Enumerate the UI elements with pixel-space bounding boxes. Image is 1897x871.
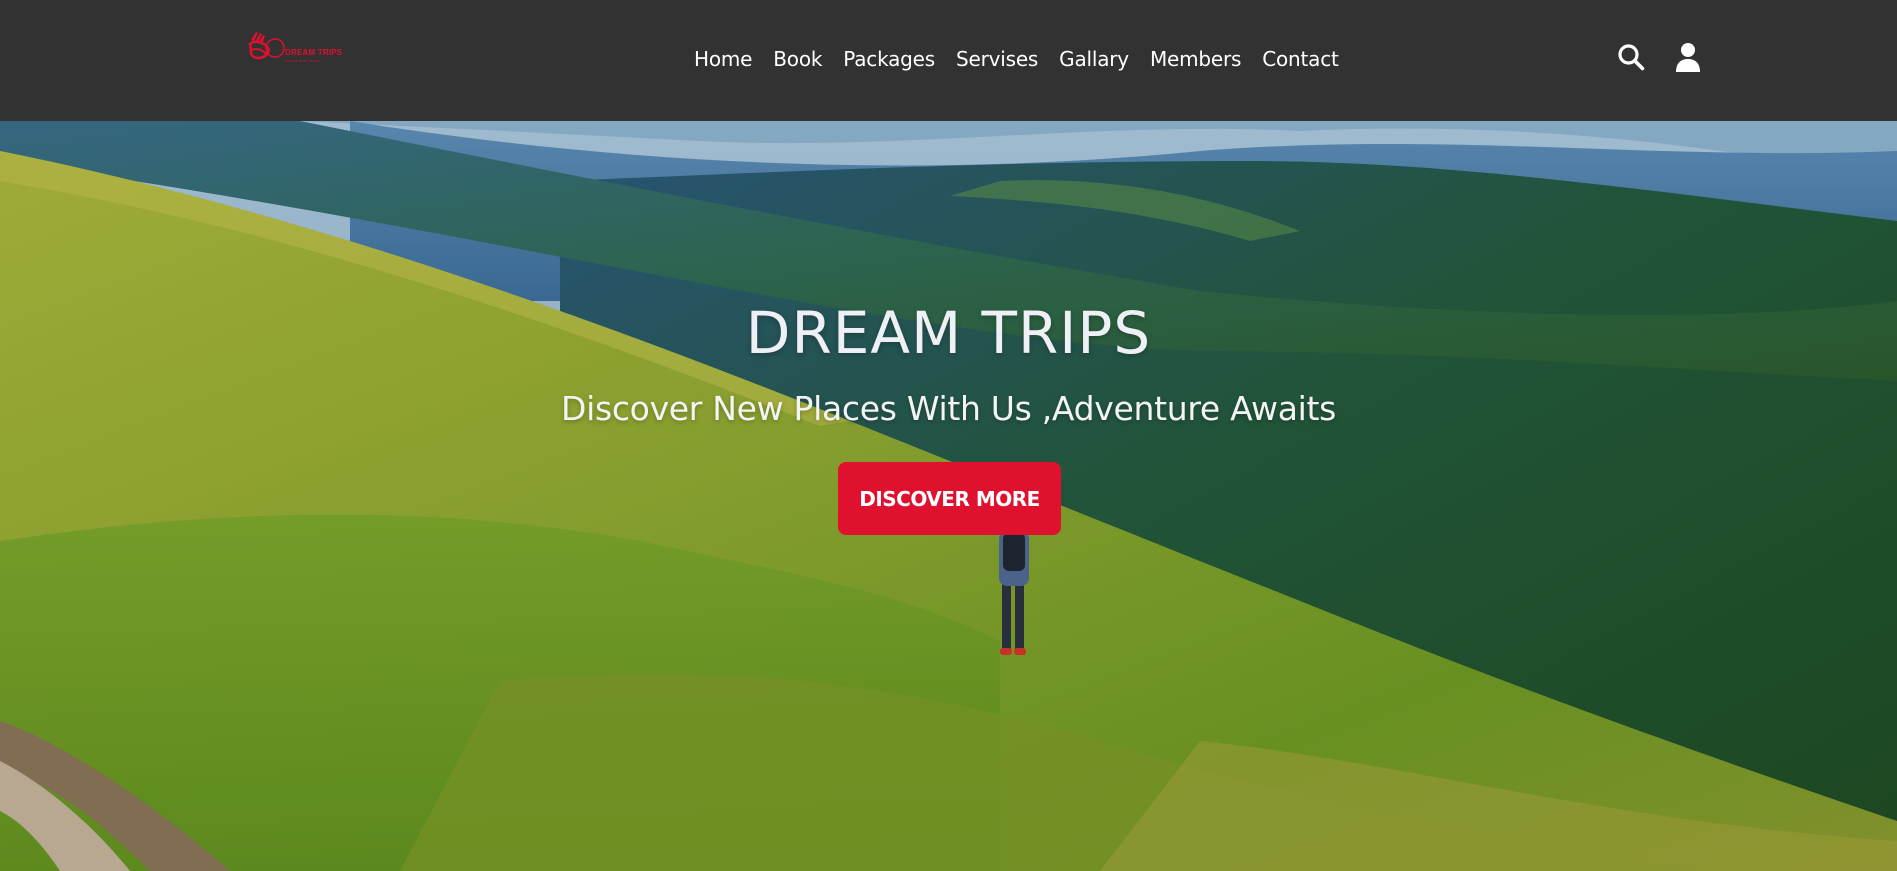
hero-section: DREAM TRIPS Discover New Places With Us … xyxy=(0,121,1897,871)
hero-subtitle: Discover New Places With Us ,Adventure A… xyxy=(560,389,1337,428)
user-icon[interactable] xyxy=(1673,40,1703,74)
brand-name: DREAM TRIPS xyxy=(285,48,343,57)
nav-link-book[interactable]: Book xyxy=(773,44,822,74)
navbar: DREAM TRIPS travel and tours Home Book P… xyxy=(0,0,1897,121)
main-nav: Home Book Packages Servises Gallary Memb… xyxy=(694,44,1339,74)
hero-title: DREAM TRIPS xyxy=(745,299,1152,367)
nav-link-members[interactable]: Members xyxy=(1150,44,1241,74)
brand-tagline: travel and tours xyxy=(285,58,319,63)
nav-link-packages[interactable]: Packages xyxy=(843,44,935,74)
discover-more-button[interactable]: DISCOVER MORE xyxy=(838,462,1061,535)
nav-link-home[interactable]: Home xyxy=(694,44,752,74)
search-icon[interactable] xyxy=(1616,40,1646,74)
camel-caravan-logo-icon xyxy=(248,32,285,60)
nav-link-gallery[interactable]: Gallary xyxy=(1059,44,1129,74)
nav-link-services[interactable]: Servises xyxy=(956,44,1038,74)
nav-link-contact[interactable]: Contact xyxy=(1262,44,1339,74)
nav-icons xyxy=(1616,40,1703,74)
brand-logo[interactable]: DREAM TRIPS travel and tours xyxy=(248,30,360,66)
